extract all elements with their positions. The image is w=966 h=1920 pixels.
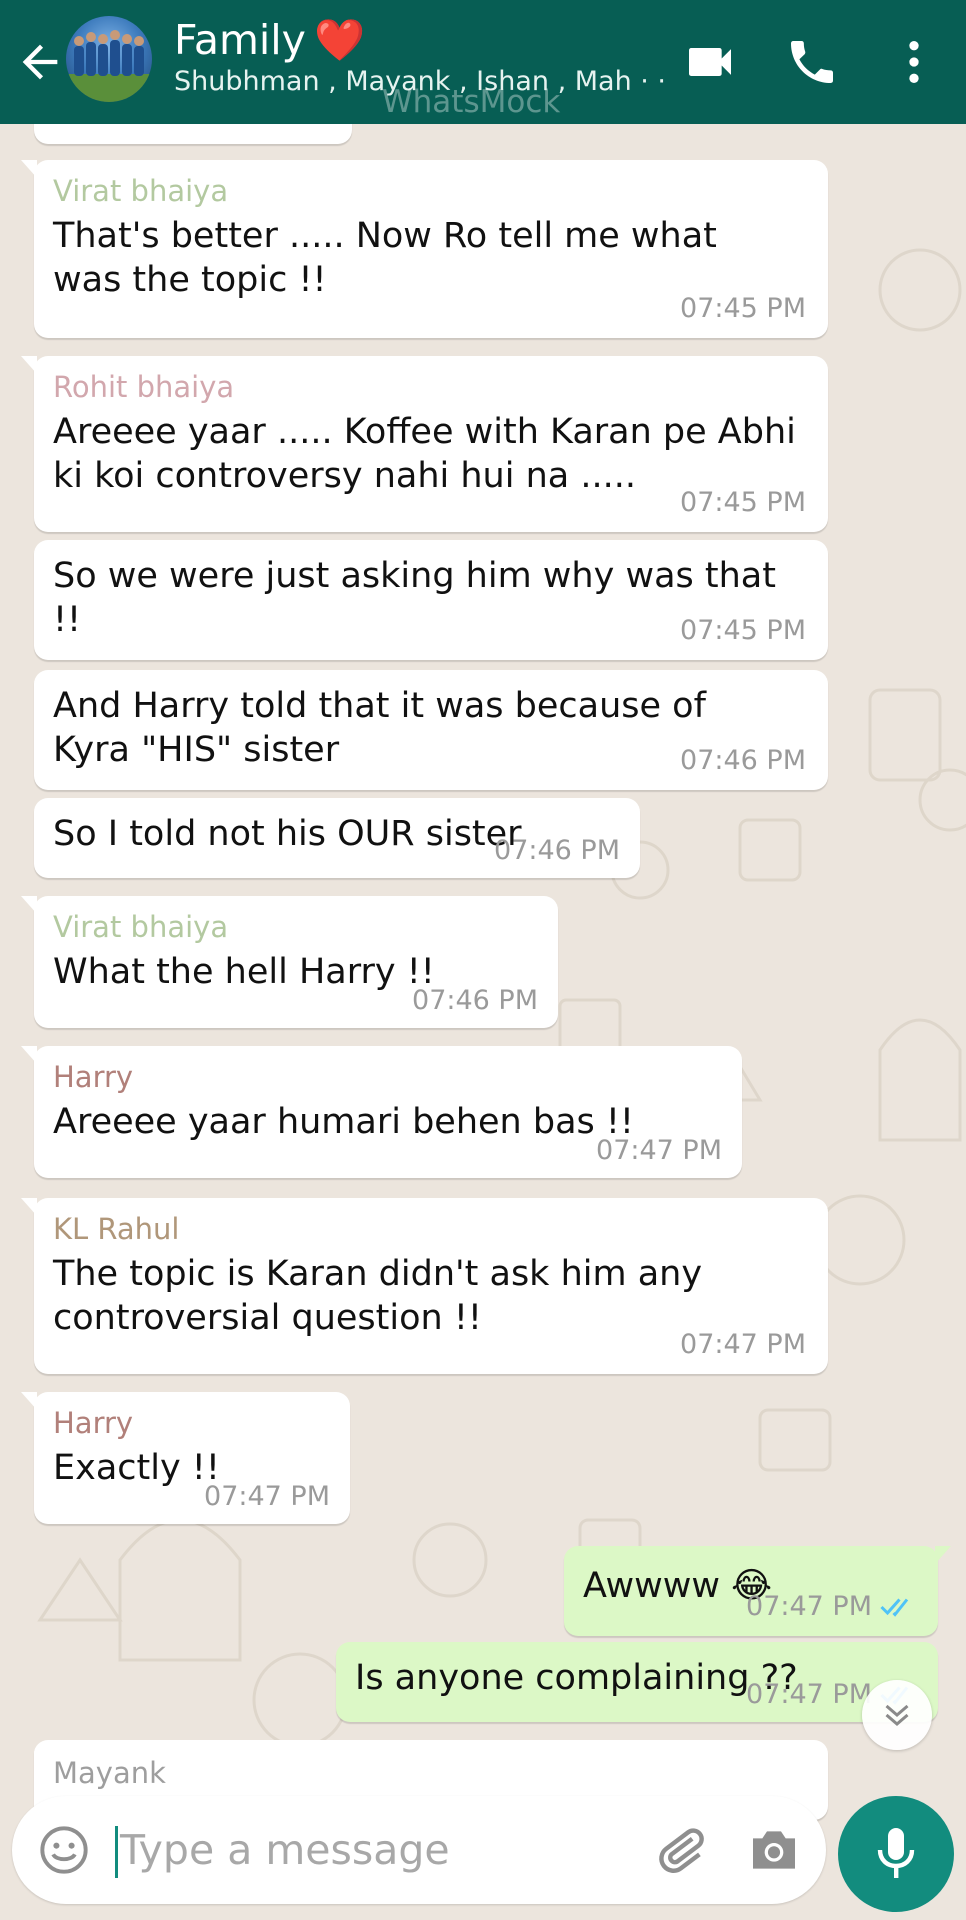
- phone-icon[interactable]: [784, 34, 840, 90]
- text-caret: [115, 1826, 118, 1878]
- camera-icon[interactable]: [746, 1824, 802, 1876]
- message-time: 07:45 PM: [680, 487, 806, 518]
- message-time: 07:47 PM: [746, 1679, 872, 1710]
- message-time: 07:46 PM: [494, 835, 620, 866]
- group-name: Family: [174, 16, 306, 64]
- voice-record-button[interactable]: [838, 1796, 954, 1912]
- message-time: 07:45 PM: [680, 615, 806, 646]
- message-input[interactable]: Type a message: [120, 1826, 450, 1874]
- heart-emoji: ❤️: [313, 16, 365, 64]
- message-bubble-outgoing[interactable]: Is anyone complaining ?? 07:47 PM: [336, 1642, 938, 1722]
- message-time: 07:47 PM: [596, 1135, 722, 1166]
- message-sender: Mayank: [53, 1756, 166, 1790]
- message-sender: Harry: [53, 1406, 134, 1440]
- chat-header: Family ❤️ Shubhman , Mayank , Ishan , Mah…: [0, 0, 966, 124]
- watermark: WhatsMock: [382, 84, 561, 120]
- message-input-bar: Type a message: [12, 1796, 826, 1904]
- more-vert-icon[interactable]: [886, 34, 942, 90]
- message-bubble[interactable]: Virat bhaiya What the hell Harry !! 07:4…: [21, 896, 558, 1028]
- message-sender: KL Rahul: [53, 1212, 180, 1246]
- message-text: The topic is Karan didn't ask him any co…: [53, 1254, 703, 1338]
- message-time: 07:46 PM: [680, 745, 806, 776]
- read-ticks-icon: [880, 1598, 909, 1617]
- message-sender: Virat bhaiya: [53, 174, 229, 208]
- video-call-icon[interactable]: [682, 34, 738, 90]
- chat-title[interactable]: Family ❤️: [174, 16, 365, 65]
- message-bubble[interactable]: So I told not his OUR sister 07:46 PM: [34, 798, 640, 878]
- message-sender: Rohit bhaiya: [53, 370, 235, 404]
- message-time: 07:47 PM: [680, 1329, 806, 1360]
- emoji-icon[interactable]: [38, 1824, 90, 1876]
- scroll-to-bottom-button[interactable]: [862, 1680, 932, 1750]
- message-time: 07:47 PM: [204, 1481, 330, 1512]
- message-bubble[interactable]: Virat bhaiya That's better ..... Now Ro …: [21, 160, 828, 338]
- group-avatar[interactable]: [66, 16, 152, 102]
- message-sender: Harry: [53, 1060, 134, 1094]
- message-bubble[interactable]: KL Rahul The topic is Karan didn't ask h…: [21, 1198, 828, 1374]
- message-list[interactable]: Virat bhaiya That's better ..... Now Ro …: [0, 104, 966, 1820]
- message-time: 07:45 PM: [680, 293, 806, 324]
- message-bubble[interactable]: Rohit bhaiya Areeee yaar ..... Koffee wi…: [21, 356, 828, 532]
- message-bubble[interactable]: And Harry told that it was because of Ky…: [34, 670, 828, 790]
- message-time: 07:47 PM: [746, 1591, 872, 1622]
- message-text: Areeee yaar ..... Koffee with Karan pe A…: [53, 412, 796, 496]
- double-chevron-down-icon: [885, 1704, 909, 1726]
- message-text: And Harry told that it was because of Ky…: [53, 686, 706, 770]
- message-bubble-outgoing[interactable]: Awwww 😂 07:47 PM: [564, 1546, 951, 1636]
- mic-icon: [877, 1828, 915, 1878]
- message-time: 07:46 PM: [412, 985, 538, 1016]
- message-bubble[interactable]: Harry Areeee yaar humari behen bas !! 07…: [21, 1046, 742, 1178]
- paperclip-icon[interactable]: [652, 1822, 708, 1878]
- message-bubble[interactable]: So we were just asking him why was that …: [34, 540, 828, 660]
- message-sender: Virat bhaiya: [53, 910, 229, 944]
- message-bubble[interactable]: Harry Exactly !! 07:47 PM: [21, 1392, 350, 1524]
- message-text: That's better ..... Now Ro tell me what …: [53, 216, 717, 300]
- arrow-left-icon[interactable]: [14, 36, 66, 88]
